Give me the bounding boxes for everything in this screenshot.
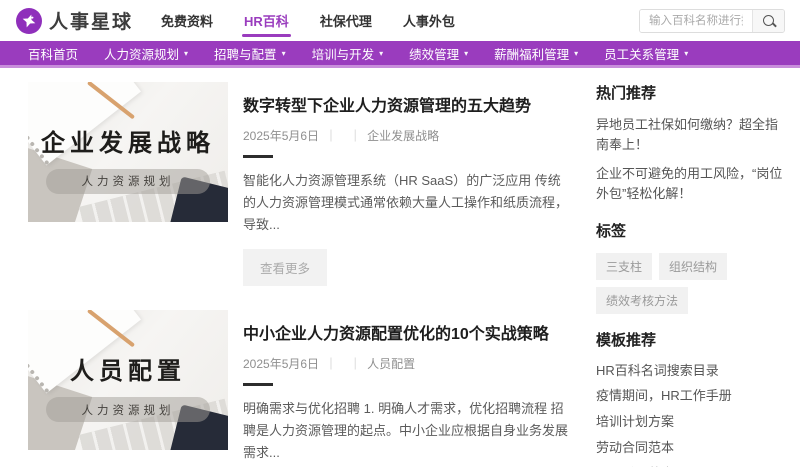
chevron-down-icon: ▾ <box>379 49 383 58</box>
article-excerpt: 智能化人力资源管理系统（HR SaaS）的广泛应用 传统的人力资源管理模式通常依… <box>243 170 573 236</box>
article-thumbnail[interactable]: 企业发展战略 人力资源规划 <box>28 82 228 222</box>
main-area: 企业发展战略 人力资源规划 数字转型下企业人力资源管理的五大趋势 2025年5月… <box>0 68 800 467</box>
top-nav-item-hr-outsourcing[interactable]: 人事外包 <box>401 0 457 42</box>
tags-title: 标签 <box>596 220 786 241</box>
top-nav-item-social-insurance[interactable]: 社保代理 <box>318 0 374 42</box>
page: 人事星球 免费资料 HR百科 社保代理 人事外包 百科首页 人力资源规划 ▾ 招聘… <box>0 0 800 467</box>
article-card: 人员配置 人力资源规划 中小企业人力资源配置优化的10个实战策略 2025年5月… <box>28 310 580 467</box>
article-category[interactable]: 企业发展战略 <box>367 127 439 144</box>
meta-separator: ｜ <box>349 127 361 144</box>
read-more-button[interactable]: 查看更多 <box>243 249 327 286</box>
article-meta: 2025年5月6日 ｜ ｜ 企业发展战略 <box>243 127 573 144</box>
sidebar: 热门推荐 异地员工社保如何缴纳？超全指南奉上！ 企业不可避免的用工风险，“岗位外… <box>596 82 786 467</box>
tag[interactable]: 三支柱 <box>596 253 652 280</box>
thumbnail-badge: 人力资源规划 <box>46 397 210 422</box>
meta-separator: ｜ <box>325 127 337 144</box>
category-nav-label: 员工关系管理 <box>604 44 679 63</box>
thumbnail-badge: 人力资源规划 <box>46 169 210 194</box>
category-nav-label: 百科首页 <box>28 44 78 63</box>
hot-link[interactable]: 异地员工社保如何缴纳？超全指南奉上！ <box>596 115 786 155</box>
tag[interactable]: 组织结构 <box>659 253 727 280</box>
chevron-down-icon: ▾ <box>574 49 578 58</box>
tag[interactable]: 绩效考核方法 <box>596 287 688 314</box>
divider <box>243 383 273 386</box>
header: 人事星球 免费资料 HR百科 社保代理 人事外包 <box>0 0 800 41</box>
star-icon <box>16 8 42 34</box>
template-link[interactable]: 培训计划方案 <box>596 413 786 432</box>
category-nav-hr-planning[interactable]: 人力资源规划 ▾ <box>104 44 188 63</box>
search-input[interactable] <box>640 10 752 32</box>
category-nav-label: 薪酬福利管理 <box>494 44 569 63</box>
brand-name: 人事星球 <box>49 7 133 34</box>
article-category[interactable]: 人员配置 <box>367 355 415 372</box>
article-excerpt: 明确需求与优化招聘 1. 明确人才需求，优化招聘流程 招聘是人力资源管理的起点。… <box>243 398 573 464</box>
brand[interactable]: 人事星球 <box>16 7 133 34</box>
article-title[interactable]: 数字转型下企业人力资源管理的五大趋势 <box>243 92 573 116</box>
template-link[interactable]: 劳动合同范本 <box>596 439 786 458</box>
category-nav-compensation[interactable]: 薪酬福利管理 ▾ <box>494 44 578 63</box>
chevron-down-icon: ▾ <box>464 49 468 58</box>
category-nav-recruiting[interactable]: 招聘与配置 ▾ <box>214 44 286 63</box>
category-nav: 百科首页 人力资源规划 ▾ 招聘与配置 ▾ 培训与开发 ▾ 绩效管理 ▾ 薪酬福利管理 ▾… <box>0 41 800 68</box>
thumbnail-title: 人员配置 <box>28 351 228 386</box>
article-date: 2025年5月6日 <box>243 355 319 372</box>
top-nav-item-hr-wiki[interactable]: HR百科 <box>242 0 291 42</box>
category-nav-home[interactable]: 百科首页 <box>28 44 78 63</box>
template-link[interactable]: HR百科名词搜索目录 <box>596 362 786 381</box>
article-date: 2025年5月6日 <box>243 127 319 144</box>
search-icon <box>763 15 774 26</box>
search-button[interactable] <box>752 10 784 32</box>
chevron-down-icon: ▾ <box>684 49 688 58</box>
article-meta: 2025年5月6日 ｜ ｜ 人员配置 <box>243 355 573 372</box>
top-nav: 免费资料 HR百科 社保代理 人事外包 <box>159 0 457 42</box>
chevron-down-icon: ▾ <box>282 49 286 58</box>
article-title[interactable]: 中小企业人力资源配置优化的10个实战策略 <box>243 320 573 344</box>
chevron-down-icon: ▾ <box>184 49 188 58</box>
meta-separator: ｜ <box>325 355 337 372</box>
category-nav-employee-relations[interactable]: 员工关系管理 ▾ <box>604 44 688 63</box>
article-card: 企业发展战略 人力资源规划 数字转型下企业人力资源管理的五大趋势 2025年5月… <box>28 82 580 286</box>
search-box <box>639 9 785 33</box>
templates-title: 模板推荐 <box>596 329 786 350</box>
category-nav-training[interactable]: 培训与开发 ▾ <box>312 44 384 63</box>
meta-separator: ｜ <box>349 355 361 372</box>
template-link[interactable]: 疫情期间，HR工作手册 <box>596 387 786 406</box>
thumbnail-title: 企业发展战略 <box>28 123 228 158</box>
divider <box>243 155 273 158</box>
top-nav-item-free-resources[interactable]: 免费资料 <box>159 0 215 42</box>
templates-section: 模板推荐 HR百科名词搜索目录 疫情期间，HR工作手册 培训计划方案 劳动合同范… <box>596 329 786 467</box>
category-nav-label: 绩效管理 <box>409 44 459 63</box>
category-nav-label: 招聘与配置 <box>214 44 277 63</box>
tags-section: 标签 三支柱 组织结构 绩效考核方法 <box>596 220 786 314</box>
category-nav-label: 人力资源规划 <box>104 44 179 63</box>
category-nav-label: 培训与开发 <box>312 44 375 63</box>
tag-list: 三支柱 组织结构 绩效考核方法 <box>596 253 786 314</box>
article-thumbnail[interactable]: 人员配置 人力资源规划 <box>28 310 228 450</box>
category-nav-performance[interactable]: 绩效管理 ▾ <box>409 44 468 63</box>
article-body: 数字转型下企业人力资源管理的五大趋势 2025年5月6日 ｜ ｜ 企业发展战略 … <box>228 82 573 286</box>
hot-recommend-title: 热门推荐 <box>596 82 786 103</box>
article-list: 企业发展战略 人力资源规划 数字转型下企业人力资源管理的五大趋势 2025年5月… <box>28 82 580 467</box>
article-body: 中小企业人力资源配置优化的10个实战策略 2025年5月6日 ｜ ｜ 人员配置 … <box>228 310 573 467</box>
hot-link[interactable]: 企业不可避免的用工风险，“岗位外包”轻松化解！ <box>596 164 786 204</box>
